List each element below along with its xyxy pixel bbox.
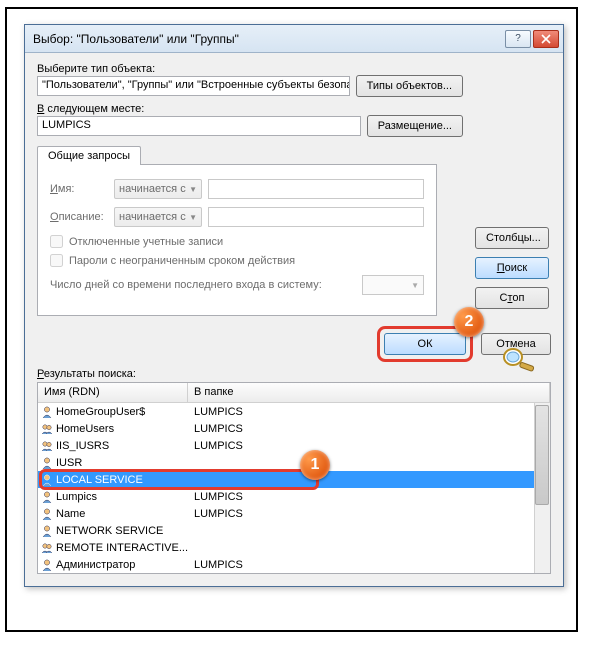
chevron-down-icon: ▼ — [189, 185, 197, 194]
checkbox-icon — [50, 235, 63, 248]
row-folder: LUMPICS — [188, 491, 550, 503]
row-name: NETWORK SERVICE — [56, 525, 188, 537]
help-button[interactable]: ? — [505, 30, 531, 48]
row-name: LOCAL SERVICE — [56, 474, 188, 486]
nonexpiring-passwords-checkbox[interactable]: Пароли с неограниченным сроком действия — [50, 254, 424, 267]
table-row[interactable]: АдминистраторLUMPICS — [38, 556, 550, 573]
table-row[interactable]: IUSR — [38, 454, 550, 471]
scrollbar-thumb[interactable] — [535, 405, 549, 505]
table-row[interactable]: NameLUMPICS — [38, 505, 550, 522]
row-name: Администратор — [56, 559, 188, 571]
badge-2: 2 — [454, 307, 484, 337]
desc-label: Описание: — [50, 211, 108, 223]
row-name: Name — [56, 508, 188, 520]
col-folder[interactable]: В папке — [188, 383, 550, 402]
group-icon — [38, 541, 56, 555]
chevron-down-icon: ▼ — [411, 281, 419, 290]
col-name[interactable]: Имя (RDN) — [38, 383, 188, 402]
list-body[interactable]: HomeGroupUser$LUMPICSHomeUsersLUMPICSIIS… — [38, 403, 550, 574]
dialog-window: Выбор: "Пользователи" или "Группы" ? Выб… — [24, 24, 564, 587]
location-field[interactable]: LUMPICS — [37, 116, 361, 136]
table-row[interactable]: REMOTE INTERACTIVE... — [38, 539, 550, 556]
close-button[interactable] — [533, 30, 559, 48]
name-label: Имя: — [50, 183, 108, 195]
location-label: В следующем месте: — [37, 103, 463, 115]
row-name: IIS_IUSRS — [56, 440, 188, 452]
row-name: Lumpics — [56, 491, 188, 503]
columns-button[interactable]: Столбцы... — [475, 227, 549, 249]
desc-input[interactable] — [208, 207, 424, 227]
table-row[interactable]: IIS_IUSRSLUMPICS — [38, 437, 550, 454]
ok-button[interactable]: ОК — [384, 333, 466, 355]
object-type-field[interactable]: "Пользователи", "Группы" или "Встроенные… — [37, 76, 350, 96]
object-types-button[interactable]: Типы объектов... — [356, 75, 463, 97]
table-row[interactable]: HomeUsersLUMPICS — [38, 420, 550, 437]
table-row[interactable]: LOCAL SERVICE — [38, 471, 550, 488]
days-combo[interactable]: ▼ — [362, 275, 424, 295]
object-type-label: Выберите тип объекта: — [37, 63, 463, 75]
search-icon — [499, 345, 541, 376]
tab-panel: Имя: начинается с▼ Описание: начинается … — [37, 164, 437, 316]
results-label: Результаты поиска: — [25, 368, 563, 382]
location-button[interactable]: Размещение... — [367, 115, 463, 137]
user-icon — [38, 456, 56, 470]
row-folder: LUMPICS — [188, 508, 550, 520]
user-icon — [38, 405, 56, 419]
user-icon — [38, 524, 56, 538]
group-icon — [38, 439, 56, 453]
row-name: REMOTE INTERACTIVE... — [56, 542, 188, 554]
row-folder: LUMPICS — [188, 440, 550, 452]
table-row[interactable]: HomeGroupUser$LUMPICS — [38, 403, 550, 420]
name-combo[interactable]: начинается с▼ — [114, 179, 202, 199]
user-icon — [38, 558, 56, 572]
tab-common-queries[interactable]: Общие запросы — [37, 146, 141, 165]
group-icon — [38, 422, 56, 436]
row-name: HomeGroupUser$ — [56, 406, 188, 418]
ok-highlight: ОК 2 — [377, 326, 473, 362]
window-title: Выбор: "Пользователи" или "Группы" — [33, 32, 503, 46]
action-row: ОК 2 Отмена — [25, 316, 563, 368]
user-icon — [38, 473, 56, 487]
disabled-accounts-checkbox[interactable]: Отключенные учетные записи — [50, 235, 424, 248]
find-button[interactable]: Поиск — [475, 257, 549, 279]
chevron-down-icon: ▼ — [189, 213, 197, 222]
table-row[interactable]: LumpicsLUMPICS — [38, 488, 550, 505]
user-icon — [38, 507, 56, 521]
side-buttons: Столбцы... Поиск Стоп — [475, 227, 551, 309]
row-name: HomeUsers — [56, 423, 188, 435]
close-icon — [541, 34, 551, 44]
results-list[interactable]: Имя (RDN) В папке HomeGroupUser$LUMPICSH… — [37, 382, 551, 574]
row-name: IUSR — [56, 457, 188, 469]
user-icon — [38, 490, 56, 504]
row-folder: LUMPICS — [188, 559, 550, 571]
titlebar: Выбор: "Пользователи" или "Группы" ? — [25, 25, 563, 53]
row-folder: LUMPICS — [188, 406, 550, 418]
desc-combo[interactable]: начинается с▼ — [114, 207, 202, 227]
checkbox-icon — [50, 254, 63, 267]
days-label: Число дней со времени последнего входа в… — [50, 279, 356, 291]
row-folder: LUMPICS — [188, 423, 550, 435]
list-header: Имя (RDN) В папке — [38, 383, 550, 403]
name-input[interactable] — [208, 179, 424, 199]
stop-button[interactable]: Стоп — [475, 287, 549, 309]
table-row[interactable]: NETWORK SERVICE — [38, 522, 550, 539]
